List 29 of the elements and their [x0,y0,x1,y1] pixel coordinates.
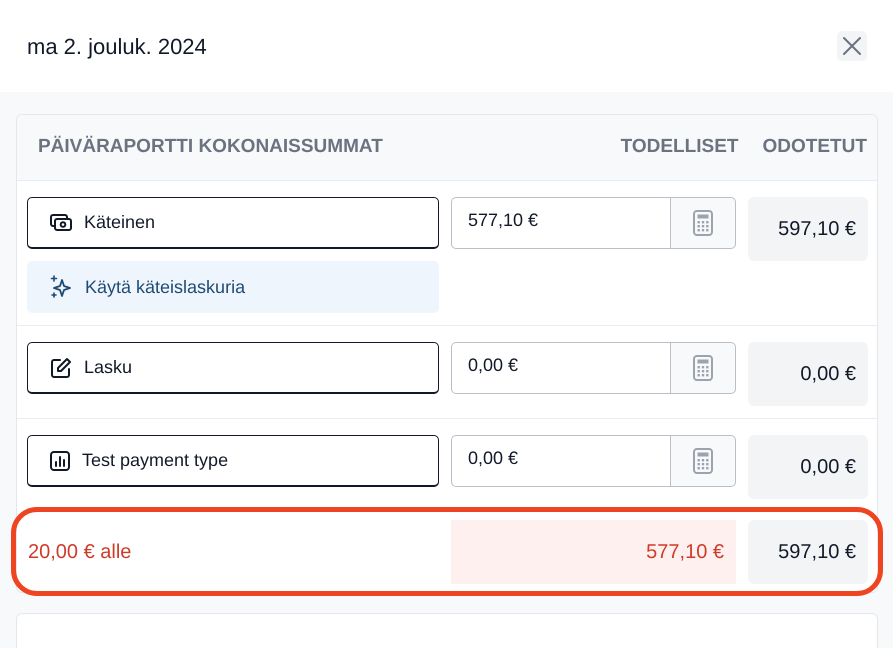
calculator-icon [693,210,713,236]
sparkles-icon [49,275,73,299]
actual-total: 577,10 € [451,520,736,584]
payment-type-button[interactable]: Test payment type [27,435,439,487]
cash-counter-button[interactable]: Käytä käteislaskuria [27,261,439,313]
payment-type-button[interactable]: Lasku [27,342,439,394]
amount-input[interactable]: 0,00 € [451,342,670,394]
amount-input[interactable]: 0,00 € [451,435,670,487]
section-heading: PÄIVÄRAPORTTI KOKONAISSUMMAT [38,134,384,160]
expected-amount: 0,00 € [748,342,868,406]
payment-type-button[interactable]: Käteinen [27,197,439,249]
edit-icon [50,356,72,378]
close-button[interactable] [837,31,867,61]
calculator-icon [693,448,713,474]
calculator-icon [693,355,713,381]
calculator-button[interactable] [670,197,736,249]
calculator-button[interactable] [670,435,736,487]
money-icon [50,212,72,232]
close-icon [842,36,862,56]
column-heading: TODELLISET [620,135,738,160]
calculator-button[interactable] [670,342,736,394]
difference-text: 20,00 € alle [27,540,132,565]
expected-total: 597,10 € [748,520,868,584]
expected-amount: 0,00 € [748,435,868,499]
dialog-title: ma 2. jouluk. 2024 [27,32,207,61]
bar-chart-icon [50,450,70,470]
column-heading: ODOTETUT [762,135,867,160]
expected-amount: 597,10 € [748,197,868,261]
amount-input[interactable]: 577,10 € [451,197,670,249]
